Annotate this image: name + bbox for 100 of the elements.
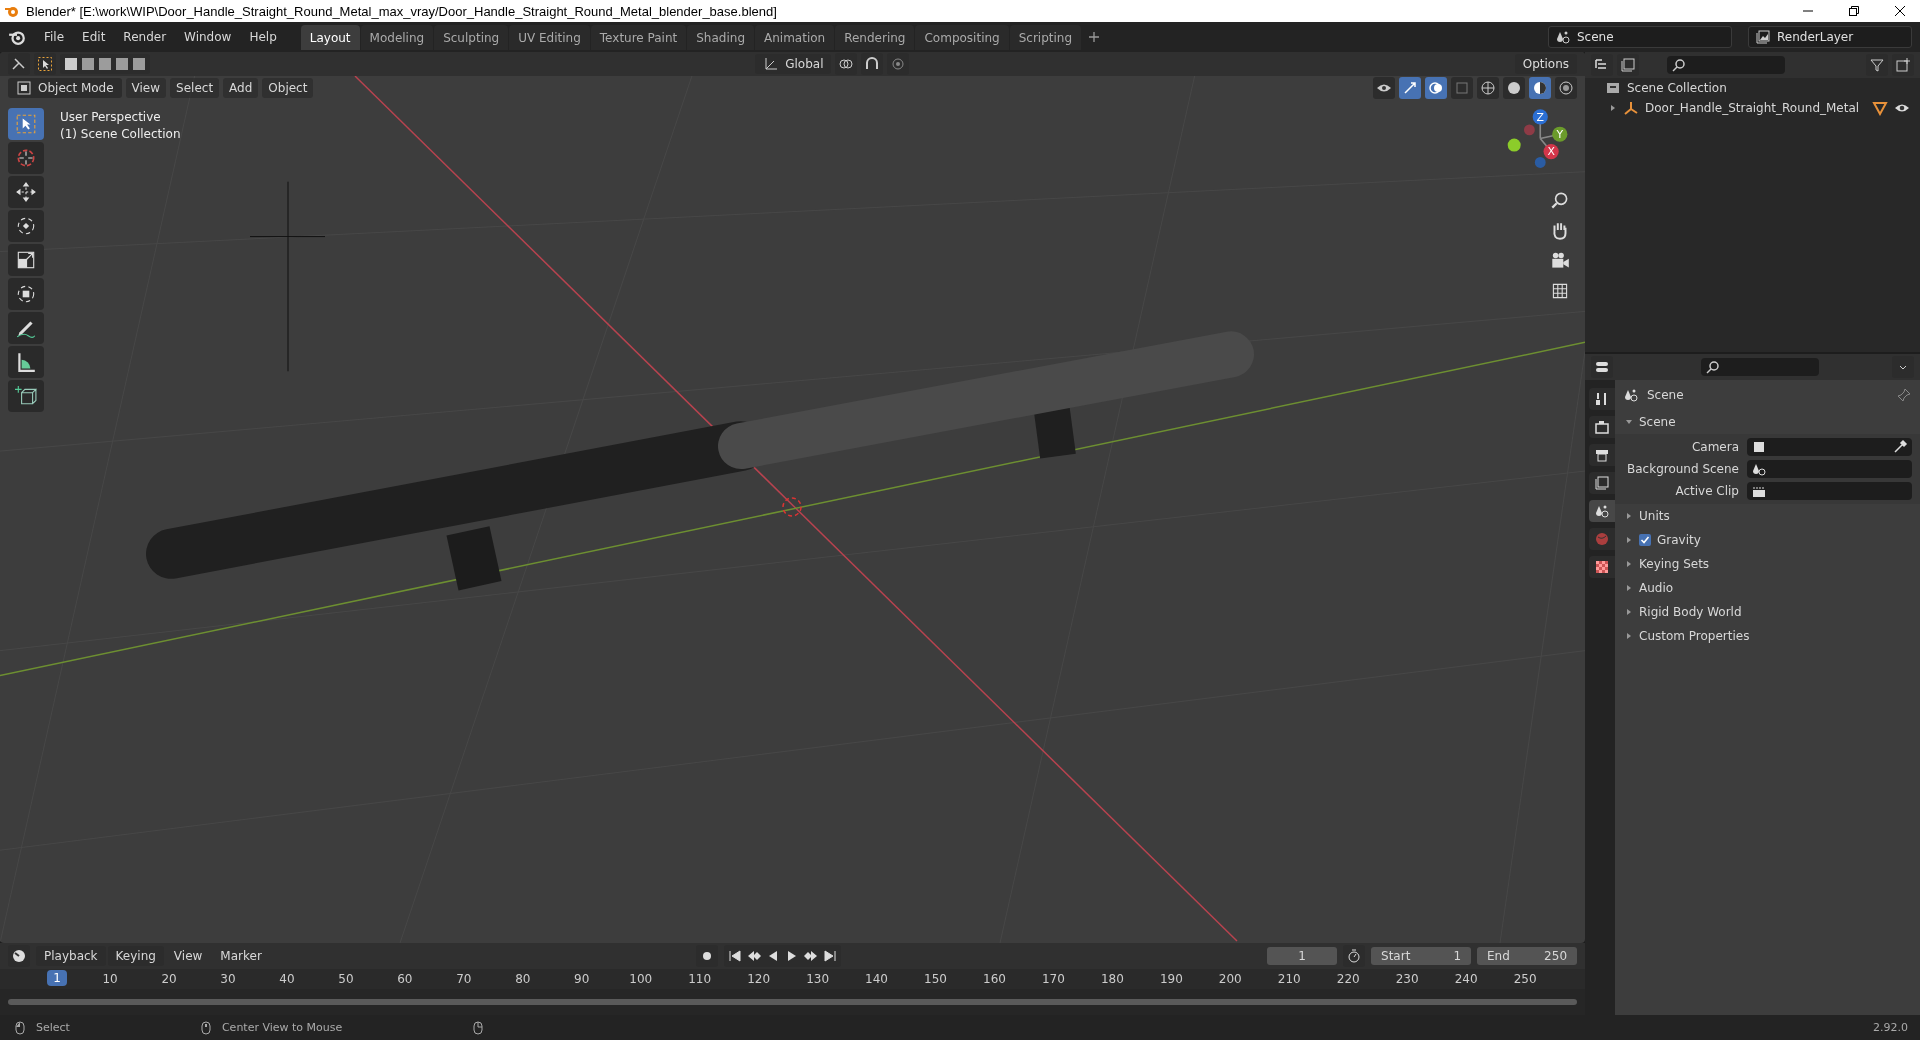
panel-header[interactable]: Units <box>1615 504 1920 528</box>
add-cube-icon <box>15 385 37 407</box>
panel-header[interactable]: Scene <box>1615 410 1920 434</box>
view-layer-selector[interactable]: RenderLayer <box>1748 26 1912 48</box>
stopwatch-icon[interactable] <box>1343 945 1365 967</box>
eyedropper-icon[interactable] <box>1892 439 1908 455</box>
tool-button[interactable] <box>8 244 44 276</box>
timeline-menu[interactable]: View <box>165 946 211 966</box>
data-field[interactable] <box>1747 460 1912 478</box>
selection-mode-buttons[interactable] <box>60 54 150 74</box>
playhead[interactable]: 1 <box>47 970 67 986</box>
selection-mode-icon[interactable] <box>114 56 130 72</box>
menu-item[interactable]: Edit <box>74 26 114 48</box>
solid-shading-icon[interactable] <box>1503 77 1525 99</box>
current-frame-field[interactable]: 1 <box>1267 947 1337 965</box>
expand-arrow-icon[interactable] <box>1609 104 1617 112</box>
tool-button[interactable] <box>8 210 44 242</box>
workspace-tab[interactable]: UV Editing <box>509 24 590 50</box>
workspace-tab[interactable]: Animation <box>755 24 835 50</box>
scene-selector[interactable]: Scene <box>1548 26 1732 48</box>
images-icon[interactable] <box>1617 54 1639 76</box>
start-frame-field[interactable]: Start 1 <box>1371 947 1471 965</box>
menu-item[interactable]: File <box>36 26 73 48</box>
outliner-row[interactable]: Door_Handle_Straight_Round_Metal <box>1585 98 1920 118</box>
pivot-icon[interactable] <box>835 53 858 75</box>
properties-tab[interactable] <box>1589 416 1615 438</box>
restore-icon[interactable] <box>1848 5 1860 17</box>
next-keyframe-icon[interactable] <box>802 948 819 964</box>
selection-mode-icon[interactable] <box>97 56 113 72</box>
panel-header[interactable]: Custom Properties <box>1615 624 1920 648</box>
jump-end-icon[interactable] <box>821 948 838 964</box>
mode-dropdown[interactable]: Object Mode <box>8 78 122 98</box>
outliner-row[interactable]: Scene Collection <box>1585 78 1920 98</box>
search-field[interactable] <box>1667 56 1785 74</box>
tool-button[interactable] <box>8 176 44 208</box>
tool-button[interactable] <box>8 380 44 412</box>
wireframe-shading-icon[interactable] <box>1477 77 1499 99</box>
workspace-tab[interactable]: Modeling <box>360 24 434 50</box>
checkbox[interactable] <box>1639 534 1651 546</box>
pin-icon[interactable] <box>1896 387 1912 403</box>
add-icon[interactable] <box>1088 31 1101 43</box>
scene-icon <box>1594 503 1610 519</box>
panel-header[interactable]: Gravity <box>1615 528 1920 552</box>
timeline-menu[interactable]: Playback <box>36 946 106 966</box>
select-cursor-icon[interactable] <box>34 53 56 75</box>
menu-item[interactable]: Window <box>176 26 240 48</box>
workspace-tab[interactable]: Layout <box>300 24 360 50</box>
workspace-tab[interactable]: Rendering <box>835 24 915 50</box>
rendered-shading-icon[interactable] <box>1555 77 1577 99</box>
panel-header[interactable]: Keying Sets <box>1615 552 1920 576</box>
panel-header[interactable]: Audio <box>1615 576 1920 600</box>
viewport-menu[interactable]: Object <box>262 78 314 98</box>
gizmo-toggle-icon[interactable] <box>1399 77 1421 99</box>
orientation-dropdown[interactable]: Global <box>755 54 832 74</box>
timeline-menu[interactable]: Marker <box>212 946 270 966</box>
record-icon[interactable] <box>695 945 718 967</box>
tool-button[interactable] <box>8 108 44 140</box>
search-field[interactable] <box>1701 358 1819 376</box>
workspace-tab[interactable]: Texture Paint <box>590 24 687 50</box>
data-field[interactable] <box>1747 482 1912 500</box>
workspace-tab[interactable]: Sculpting <box>434 24 509 50</box>
overlay-toggle-icon[interactable] <box>1425 77 1447 99</box>
tool-button[interactable] <box>8 312 44 344</box>
blender-logo-icon[interactable] <box>8 28 26 46</box>
viewport-menu[interactable]: View <box>125 78 167 98</box>
timeline-scrollbar[interactable] <box>8 999 1577 1005</box>
data-field[interactable] <box>1747 438 1912 456</box>
menu-item[interactable]: Help <box>241 26 285 48</box>
properties-tab[interactable] <box>1589 500 1615 522</box>
workspace-tab[interactable]: Shading <box>687 24 754 50</box>
selection-mode-icon[interactable] <box>80 56 96 72</box>
frame-number: 30 <box>220 972 236 986</box>
panel-header[interactable]: Rigid Body World <box>1615 600 1920 624</box>
close-icon[interactable] <box>1894 5 1906 17</box>
viewport-menu[interactable]: Select <box>170 78 220 98</box>
snap-icon[interactable] <box>861 53 884 75</box>
new-collection-icon[interactable] <box>1892 54 1914 76</box>
end-frame-field[interactable]: End 250 <box>1477 947 1577 965</box>
jump-start-icon[interactable] <box>726 948 743 964</box>
properties-tab[interactable] <box>1589 556 1615 578</box>
material-shading-icon[interactable] <box>1529 77 1551 99</box>
selection-mode-icon[interactable] <box>63 56 79 72</box>
workspace-tab[interactable]: Scripting <box>1009 24 1082 50</box>
navigation-gizmo-drawing[interactable]: Z Y X <box>1499 106 1575 182</box>
editor-type-icon[interactable] <box>8 945 30 967</box>
selection-mode-icon[interactable] <box>131 56 147 72</box>
visibility-icon[interactable] <box>1373 77 1395 99</box>
tool-button[interactable] <box>8 346 44 378</box>
tool-button[interactable] <box>8 278 44 310</box>
editor-type-icon[interactable] <box>8 53 30 75</box>
display-mode-icon[interactable] <box>1591 54 1613 76</box>
editor-type-icon[interactable] <box>1591 356 1613 378</box>
properties-tab[interactable] <box>1589 444 1615 466</box>
timeline-menu[interactable]: Keying <box>107 946 164 966</box>
filter-icon[interactable] <box>1866 54 1888 76</box>
options-button[interactable]: Options <box>1514 54 1577 74</box>
viewport-menu[interactable]: Add <box>223 78 259 98</box>
properties-tab[interactable] <box>1589 388 1615 410</box>
workspace-tab[interactable]: Compositing <box>915 24 1009 50</box>
menu-item[interactable]: Render <box>115 26 175 48</box>
